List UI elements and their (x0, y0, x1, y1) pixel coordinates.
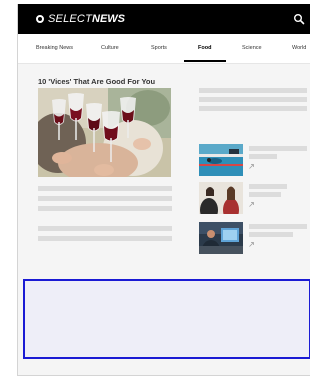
nav-item-culture[interactable]: Culture (101, 45, 119, 51)
nav-item-science[interactable]: Science (242, 45, 262, 51)
wine-glasses-photo (38, 88, 171, 177)
sidebar-item-title-line (249, 224, 307, 229)
nav-item-sports[interactable]: Sports (151, 45, 167, 51)
article-text-line (38, 196, 172, 201)
sidebar-item-title-line (249, 232, 293, 237)
sidebar-item-title-line (249, 146, 307, 151)
article-text-line (38, 226, 172, 231)
article-headline[interactable]: 10 'Vices' That Are Good For You (38, 77, 155, 86)
article-text-line (38, 206, 172, 211)
sidebar-item-title-line (249, 184, 287, 189)
share-arrow-icon[interactable] (249, 242, 254, 247)
sidebar-item-title-line (249, 192, 281, 197)
share-arrow-icon[interactable] (249, 164, 254, 169)
sidebar-thumbnail-1[interactable] (199, 144, 243, 176)
share-arrow-icon[interactable] (249, 202, 254, 207)
search-icon[interactable] (293, 13, 305, 25)
nav-item-food[interactable]: Food (198, 45, 211, 51)
logo-news-text: NEWS (92, 13, 125, 25)
logo-select-text: SELECT (48, 13, 92, 25)
sidebar-text-line (199, 88, 307, 93)
sidebar-thumbnail-3[interactable] (199, 222, 243, 254)
site-header: SELECT NEWS (18, 4, 310, 34)
sidebar-text-line (199, 106, 307, 111)
logo-circle-icon (36, 15, 44, 23)
active-tab-underline (184, 60, 226, 62)
sidebar-thumbnail-2[interactable] (199, 182, 243, 214)
site-logo[interactable]: SELECT NEWS (36, 12, 125, 26)
sidebar-text-line (199, 97, 307, 102)
page-frame: SELECT NEWS Breaking News Culture Sports… (17, 4, 310, 376)
article-text-line (38, 236, 172, 241)
computer-desk-photo (199, 222, 243, 254)
ad-slot[interactable] (23, 279, 310, 359)
two-people-talking-photo (199, 182, 243, 214)
nav-item-breaking-news[interactable]: Breaking News (36, 45, 73, 51)
swimming-pool-photo (199, 144, 243, 176)
section-nav: Breaking News Culture Sports Food Scienc… (18, 34, 310, 64)
sidebar-item-title-line (249, 154, 277, 159)
article-text-line (38, 186, 172, 191)
article-hero-image[interactable] (38, 88, 171, 177)
nav-item-world[interactable]: World (292, 45, 306, 51)
